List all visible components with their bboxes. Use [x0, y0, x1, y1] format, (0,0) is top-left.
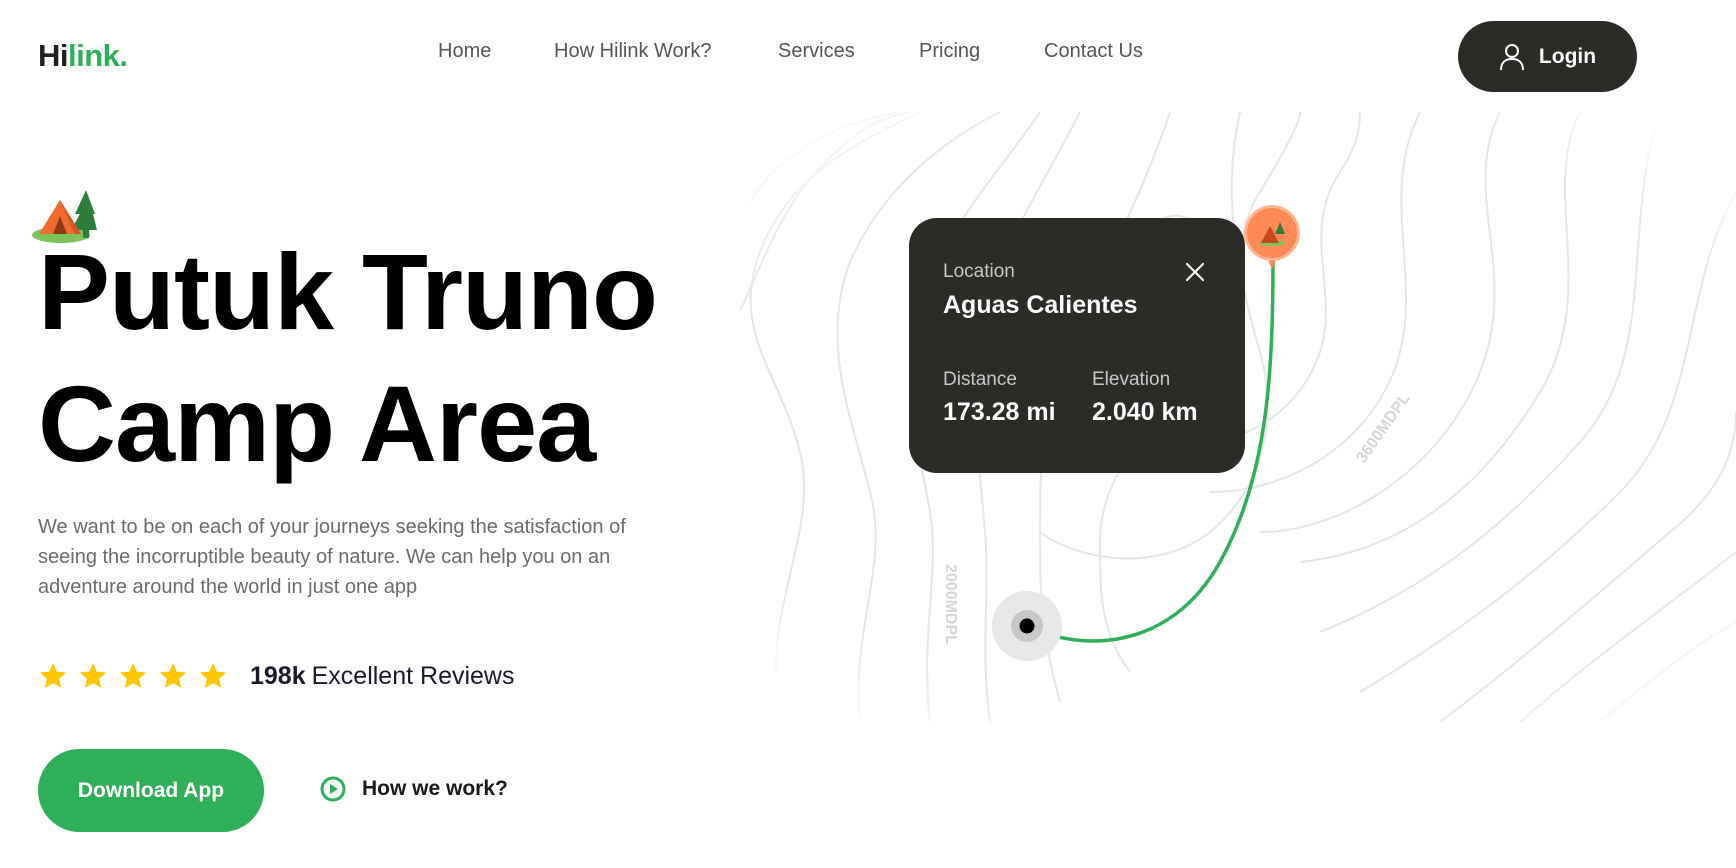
distance-label: Distance	[943, 369, 1017, 390]
hero-description: We want to be on each of your journeys s…	[38, 516, 626, 598]
start-marker[interactable]	[992, 591, 1062, 661]
star-icon	[78, 661, 108, 691]
nav-home[interactable]: Home	[438, 40, 491, 63]
close-icon[interactable]	[1183, 260, 1207, 284]
login-button[interactable]: Login	[1458, 21, 1637, 92]
review-label: Excellent Reviews	[311, 661, 515, 690]
download-app-button[interactable]: Download App	[38, 749, 264, 832]
user-icon	[1499, 43, 1525, 71]
location-card: Location Aguas Calientes Distance 173.28…	[909, 218, 1245, 473]
elevation-label: Elevation	[1092, 369, 1171, 390]
location-label: Location	[943, 261, 1015, 282]
review-count: 198k	[250, 661, 306, 690]
distance-value: 173.28 mi	[943, 398, 1056, 426]
nav-how-hilink-work[interactable]: How Hilink Work?	[554, 40, 711, 63]
nav-services[interactable]: Services	[778, 40, 855, 63]
star-rating	[38, 661, 228, 691]
play-icon	[320, 776, 346, 802]
elevation-value: 2.040 km	[1092, 398, 1198, 426]
star-icon	[198, 661, 228, 691]
login-label: Login	[1538, 44, 1597, 68]
nav-pricing[interactable]: Pricing	[919, 40, 980, 63]
star-icon	[118, 661, 148, 691]
location-value: Aguas Calientes	[943, 291, 1138, 319]
download-app-label: Download App	[77, 778, 225, 802]
how-we-work-link[interactable]: How we work?	[320, 776, 508, 802]
hero-title-line-2: Camp Area	[38, 363, 596, 484]
contour-label-2000: 2000MDPL	[942, 564, 959, 645]
hero-title-line-1: Putuk Truno	[38, 231, 658, 352]
nav-contact-us[interactable]: Contact Us	[1044, 40, 1143, 63]
how-we-work-label: How we work?	[362, 777, 508, 800]
hero-title: Putuk Truno Camp Area	[38, 226, 658, 490]
rating: 198k Excellent Reviews	[38, 656, 514, 696]
star-icon	[38, 661, 68, 691]
star-icon	[158, 661, 188, 691]
